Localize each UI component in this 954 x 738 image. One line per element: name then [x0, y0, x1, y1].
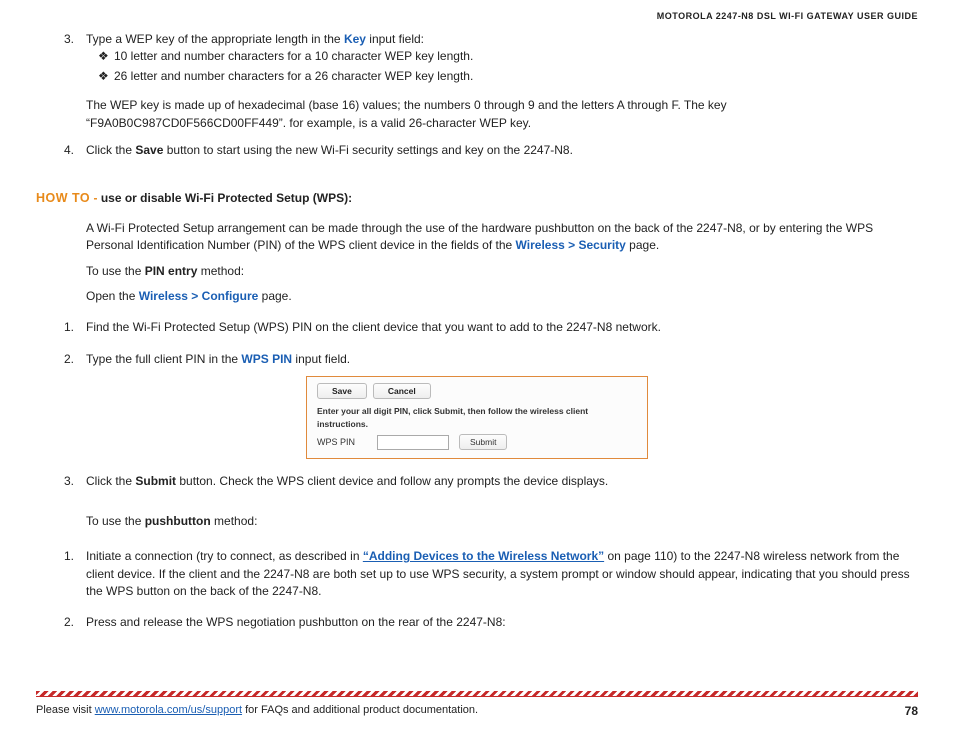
footer-text: Please visit — [36, 704, 95, 716]
body-text: To use the — [86, 264, 145, 278]
wps-pin-field-label: WPS PIN — [317, 436, 367, 449]
support-link[interactable]: www.motorola.com/us/support — [95, 704, 242, 716]
footer-text: for FAQs and additional product document… — [242, 704, 478, 716]
wireless-security-link: Wireless > Security — [516, 238, 626, 252]
submit-label: Submit — [135, 474, 176, 488]
adding-devices-link[interactable]: “Adding Devices to the Wireless Network” — [363, 549, 604, 563]
body-text: Initiate a connection (try to connect, a… — [86, 549, 363, 563]
body-text: input field: — [366, 32, 424, 46]
step-4: 4. Click the Save button to start using … — [64, 142, 918, 159]
howto-label: HOW TO — [36, 191, 90, 205]
wps-pin-screenshot: Save Cancel Enter your all digit PIN, cl… — [306, 376, 648, 459]
body-text: Press and release the WPS negotiation pu… — [86, 614, 918, 631]
body-text: Open the — [86, 289, 139, 303]
submit-button[interactable]: Submit — [459, 434, 507, 450]
body-text: method: — [211, 514, 258, 528]
footer-stripe — [36, 691, 918, 697]
step-number: 1. — [64, 319, 86, 336]
page-number: 78 — [905, 703, 918, 720]
step-number: 2. — [64, 351, 86, 368]
screenshot-instruction: Enter your all digit PIN, click Submit, … — [317, 405, 637, 430]
pin-entry-label: PIN entry — [145, 264, 198, 278]
body-text: page. — [626, 238, 659, 252]
body-text: Click the — [86, 474, 135, 488]
bullet-text: 26 letter and number characters for a 26… — [114, 68, 473, 85]
wireless-configure-link: Wireless > Configure — [139, 289, 259, 303]
step-number: 1. — [64, 548, 86, 600]
body-text: button. Check the WPS client device and … — [176, 474, 608, 488]
body-text: Find the Wi-Fi Protected Setup (WPS) PIN… — [86, 319, 918, 336]
page-footer: Please visit www.motorola.com/us/support… — [36, 691, 918, 720]
pin-step-3: 3. Click the Submit button. Check the WP… — [64, 473, 918, 490]
key-field-label: Key — [344, 32, 366, 46]
push-step-1: 1. Initiate a connection (try to connect… — [64, 548, 918, 600]
pin-step-1: 1. Find the Wi-Fi Protected Setup (WPS) … — [64, 319, 918, 336]
body-text: input field. — [292, 352, 350, 366]
body-text: button to start using the new Wi-Fi secu… — [163, 143, 573, 157]
bullet-icon: ❖ — [98, 68, 114, 85]
step-number: 2. — [64, 614, 86, 631]
step-3: 3. Type a WEP key of the appropriate len… — [64, 31, 918, 87]
step-number: 3. — [64, 31, 86, 87]
bullet-text: 10 letter and number characters for a 10… — [114, 48, 473, 65]
wps-pin-label: WPS PIN — [241, 352, 292, 366]
howto-topic: use or disable Wi-Fi Protected Setup (WP… — [101, 191, 352, 205]
pin-step-2: 2. Type the full client PIN in the WPS P… — [64, 351, 918, 368]
save-button[interactable]: Save — [317, 383, 367, 399]
body-text: To use the — [86, 514, 145, 528]
wep-explanation: The WEP key is made up of hexadecimal (b… — [86, 97, 918, 132]
body-text: A Wi-Fi Protected Setup arrangement can … — [86, 221, 873, 252]
howto-heading: HOW TO - use or disable Wi-Fi Protected … — [36, 189, 918, 207]
body-text: method: — [197, 264, 244, 278]
step-number: 3. — [64, 473, 86, 490]
push-step-2: 2. Press and release the WPS negotiation… — [64, 614, 918, 631]
bullet-icon: ❖ — [98, 48, 114, 65]
body-text: Type the full client PIN in the — [86, 352, 241, 366]
pushbutton-label: pushbutton — [145, 514, 211, 528]
body-text: page. — [258, 289, 291, 303]
body-text: Type a WEP key of the appropriate length… — [86, 32, 344, 46]
step-number: 4. — [64, 142, 86, 159]
cancel-button[interactable]: Cancel — [373, 383, 431, 399]
save-label: Save — [135, 143, 163, 157]
howto-dash: - — [90, 191, 101, 205]
body-text: Click the — [86, 143, 135, 157]
doc-header: MOTOROLA 2247-N8 DSL WI-FI GATEWAY USER … — [36, 10, 918, 23]
wps-pin-input[interactable] — [377, 435, 449, 450]
